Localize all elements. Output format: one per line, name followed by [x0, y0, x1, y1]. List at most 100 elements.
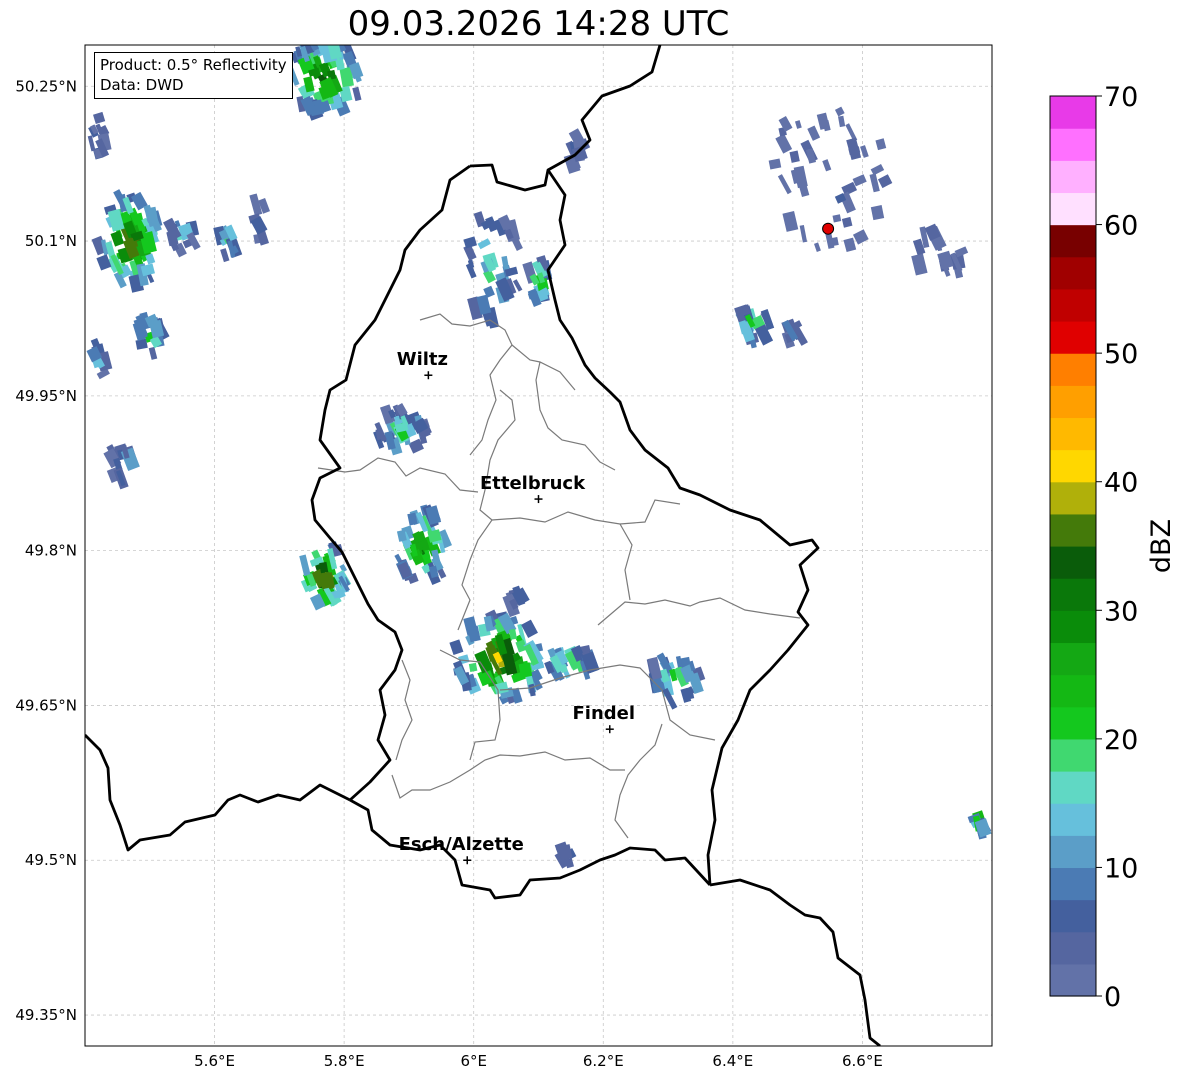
border-lux-east [546, 169, 820, 886]
echo-pixel [782, 211, 799, 232]
echo-pixel [220, 248, 230, 263]
city-label: Esch/Alzette [399, 834, 524, 855]
echo-pixel [87, 135, 96, 152]
canton-border [511, 344, 576, 391]
echo-pixel [148, 346, 158, 360]
colorbar-swatch [1050, 513, 1096, 547]
colorbar-tick-label: 70 [1104, 82, 1138, 113]
colorbar-swatch [1050, 963, 1096, 997]
border-belgium-west [469, 45, 662, 192]
echo-pixel [822, 159, 832, 172]
colorbar-swatch [1050, 771, 1096, 804]
colorbar-swatch [1050, 674, 1096, 708]
lon-tick-label: 5.6°E [194, 1052, 235, 1070]
echo-pixel [937, 250, 954, 270]
canton-border [391, 751, 625, 799]
colorbar-tick-label: 50 [1104, 339, 1138, 370]
echo-pixel [834, 106, 845, 117]
echo-pixel [477, 238, 491, 250]
echo-pixel [805, 148, 817, 164]
colorbar-tick-label: 20 [1104, 725, 1138, 756]
echo-pixel [777, 174, 792, 195]
echo-pixel [794, 120, 802, 129]
colorbar-swatch [1050, 803, 1096, 836]
colorbar-tick-label: 10 [1104, 853, 1138, 884]
echo-pixel [807, 125, 821, 141]
canton-border [614, 723, 663, 839]
border-lux-north-west [310, 164, 471, 802]
echo-pixel [843, 237, 857, 253]
lon-tick-label: 6.2°E [583, 1052, 624, 1070]
echo-pixel [501, 255, 510, 270]
canton-border [317, 457, 479, 493]
lon-tick-label: 6.6°E [842, 1052, 883, 1070]
colorbar-swatch [1050, 385, 1096, 419]
echo-pixel [814, 242, 821, 252]
echo-pixel [816, 112, 830, 130]
lat-tick-label: 50.25°N [15, 77, 77, 95]
lat-tick-label: 49.8°N [25, 542, 77, 560]
echo-pixel [789, 150, 800, 163]
echo-pixel [875, 138, 887, 151]
canton-border [619, 523, 633, 601]
lat-tick-label: 49.5°N [25, 851, 77, 869]
colorbar-swatch [1050, 192, 1096, 226]
city-label: Findel [572, 703, 635, 724]
echo-pixel [852, 174, 867, 187]
colorbar-tick-label: 0 [1104, 982, 1121, 1013]
colorbar-swatch [1050, 867, 1096, 901]
colorbar-swatch [1050, 610, 1096, 644]
colorbar-swatch [1050, 160, 1096, 194]
colorbar-swatch [1050, 835, 1096, 869]
echo-pixel [911, 253, 928, 276]
echo-pixel [352, 86, 362, 102]
colorbar-swatch [1050, 256, 1096, 290]
city-label: Wiltz [397, 349, 448, 370]
canton-border [419, 313, 513, 456]
colorbar-swatch [1050, 931, 1096, 965]
product-info-box: Product: 0.5° Reflectivity Data: DWD [94, 52, 293, 99]
map-frame [84, 44, 993, 1047]
colorbar-swatch [1050, 224, 1096, 258]
colorbar-swatch [1050, 738, 1096, 772]
colorbar-swatch [1050, 642, 1096, 676]
echo-pixel [775, 133, 793, 154]
border-belgium-france-west [85, 734, 351, 852]
echo-pixel [870, 205, 885, 221]
echo-pixel [468, 662, 478, 672]
colorbar-swatch [1050, 96, 1096, 129]
graticule [85, 45, 992, 1046]
border-germany-france-south [709, 878, 881, 1046]
echo-pixel [675, 655, 683, 668]
colorbar-swatch [1050, 128, 1096, 161]
echo-pixel [860, 145, 869, 158]
echo-pixel [799, 224, 808, 243]
admin-borders [85, 45, 881, 1046]
lat-tick-label: 50.1°N [25, 232, 77, 250]
canton-border [457, 489, 493, 631]
colorbar-swatch [1050, 578, 1096, 611]
canton-border [597, 597, 801, 626]
colorbar-swatch [1050, 546, 1096, 579]
colorbar-title: dBZ [1146, 519, 1177, 573]
colorbar-swatch [1050, 899, 1096, 933]
echo-pixel [110, 230, 125, 247]
echo-pixel [93, 111, 106, 125]
lat-tick-label: 49.65°N [15, 696, 77, 714]
lon-tick-label: 5.8°E [324, 1052, 365, 1070]
radar-map: Wiltz Ettelbruck Findel Esch/Alzette 5.6°E 5… [15, 44, 1177, 1070]
echo-pixel [852, 229, 869, 245]
radar-site-marker [822, 222, 835, 235]
colorbar-swatch [1050, 288, 1096, 322]
echo-pixel [841, 216, 853, 228]
colorbar: 0 10 20 30 40 50 60 70 dBZ [1049, 82, 1177, 1013]
echo-pixel [299, 554, 311, 577]
echo-pixel [877, 174, 893, 189]
colorbar-tick-label: 60 [1104, 211, 1138, 242]
product-label: Product: 0.5° Reflectivity [100, 56, 287, 74]
echo-pixel [870, 163, 885, 176]
colorbar-swatch [1050, 417, 1096, 451]
colorbar-swatch [1050, 321, 1096, 354]
colorbar-tick-label: 30 [1104, 596, 1138, 627]
lat-tick-label: 49.95°N [15, 387, 77, 405]
